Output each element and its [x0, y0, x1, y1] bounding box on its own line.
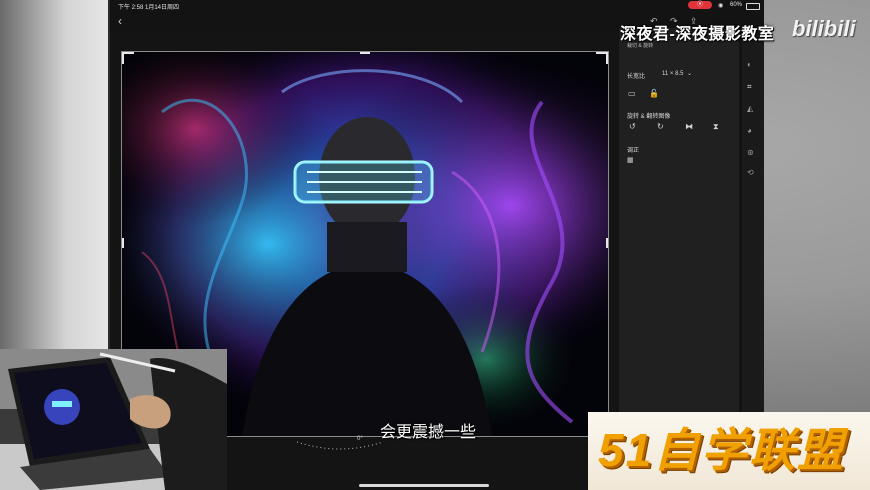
crop-edge-top[interactable] [360, 52, 370, 54]
battery-percent: 60% [730, 2, 743, 8]
presenter-pip [0, 349, 227, 490]
crop-icon[interactable]: ⌗ [747, 82, 752, 92]
status-time: 下午 2:58 1月14日周四 [118, 5, 180, 11]
site-logo: 51自学联盟 [588, 412, 870, 490]
straighten-label: 调正 [627, 148, 640, 154]
back-chevron-icon[interactable]: ‹ [118, 14, 122, 28]
crop-corner-tl-v[interactable] [122, 52, 124, 64]
color-icon[interactable]: ◕ [747, 126, 752, 135]
background-wall [0, 0, 110, 350]
wifi-icon: ◉ [718, 3, 724, 9]
bilibili-logo: bilibili [792, 16, 856, 41]
crop-rotate-panel: 裁切 & 旋转 长宽比 11 × 8.5 ⌄ ▭ 🔓 旋转 & 翻转图像 ↺ ↻… [619, 28, 739, 428]
tool-rail: ◐ ⌗ ◭ ◕ ⊛ ⟲ [742, 28, 764, 428]
record-badge: ⦿ [688, 1, 712, 9]
aspect-label: 长宽比 [627, 74, 646, 80]
site-logo-text: 51自学联盟 [598, 424, 846, 476]
crop-corner-tr-v[interactable] [606, 52, 608, 64]
aspect-swap-icon[interactable]: ▭ [628, 90, 636, 98]
channel-title: 深夜君-深夜摄影教室 [620, 26, 775, 43]
aspect-value[interactable]: 11 × 8.5 [662, 71, 683, 77]
rotation-dial[interactable] [295, 436, 385, 456]
auto-straighten-icon[interactable]: ▦ [627, 157, 634, 165]
lock-icon[interactable]: 🔓 [649, 90, 659, 98]
home-indicator [359, 484, 489, 487]
rotate-left-icon[interactable]: ↺ [629, 123, 636, 131]
crop-edge-left[interactable] [122, 238, 124, 248]
chevron-down-icon[interactable]: ⌄ [687, 70, 692, 77]
adjust-icon[interactable]: ◭ [747, 104, 753, 113]
flip-vertical-icon[interactable]: ⧗ [713, 123, 719, 131]
rotation-value: 0° [357, 436, 363, 442]
crop-edge-right[interactable] [606, 238, 608, 248]
effects-icon[interactable]: ⊛ [747, 148, 754, 157]
video-frame: 下午 2:58 1月14日周四 ⦿ ◉ 60% ‹ ↶ ↷ ⇪ 裁切 & 旋转 … [0, 0, 870, 490]
flip-horizontal-icon[interactable]: ⧓ [685, 123, 693, 131]
history-icon[interactable]: ⟲ [747, 168, 754, 177]
rotate-right-icon[interactable]: ↻ [657, 123, 664, 131]
subtitle: 会更震撼一些 [380, 424, 477, 441]
battery-icon [746, 3, 760, 10]
rotate-flip-label: 旋转 & 翻转图像 [627, 114, 671, 120]
layers-icon[interactable]: ◐ [747, 60, 752, 69]
